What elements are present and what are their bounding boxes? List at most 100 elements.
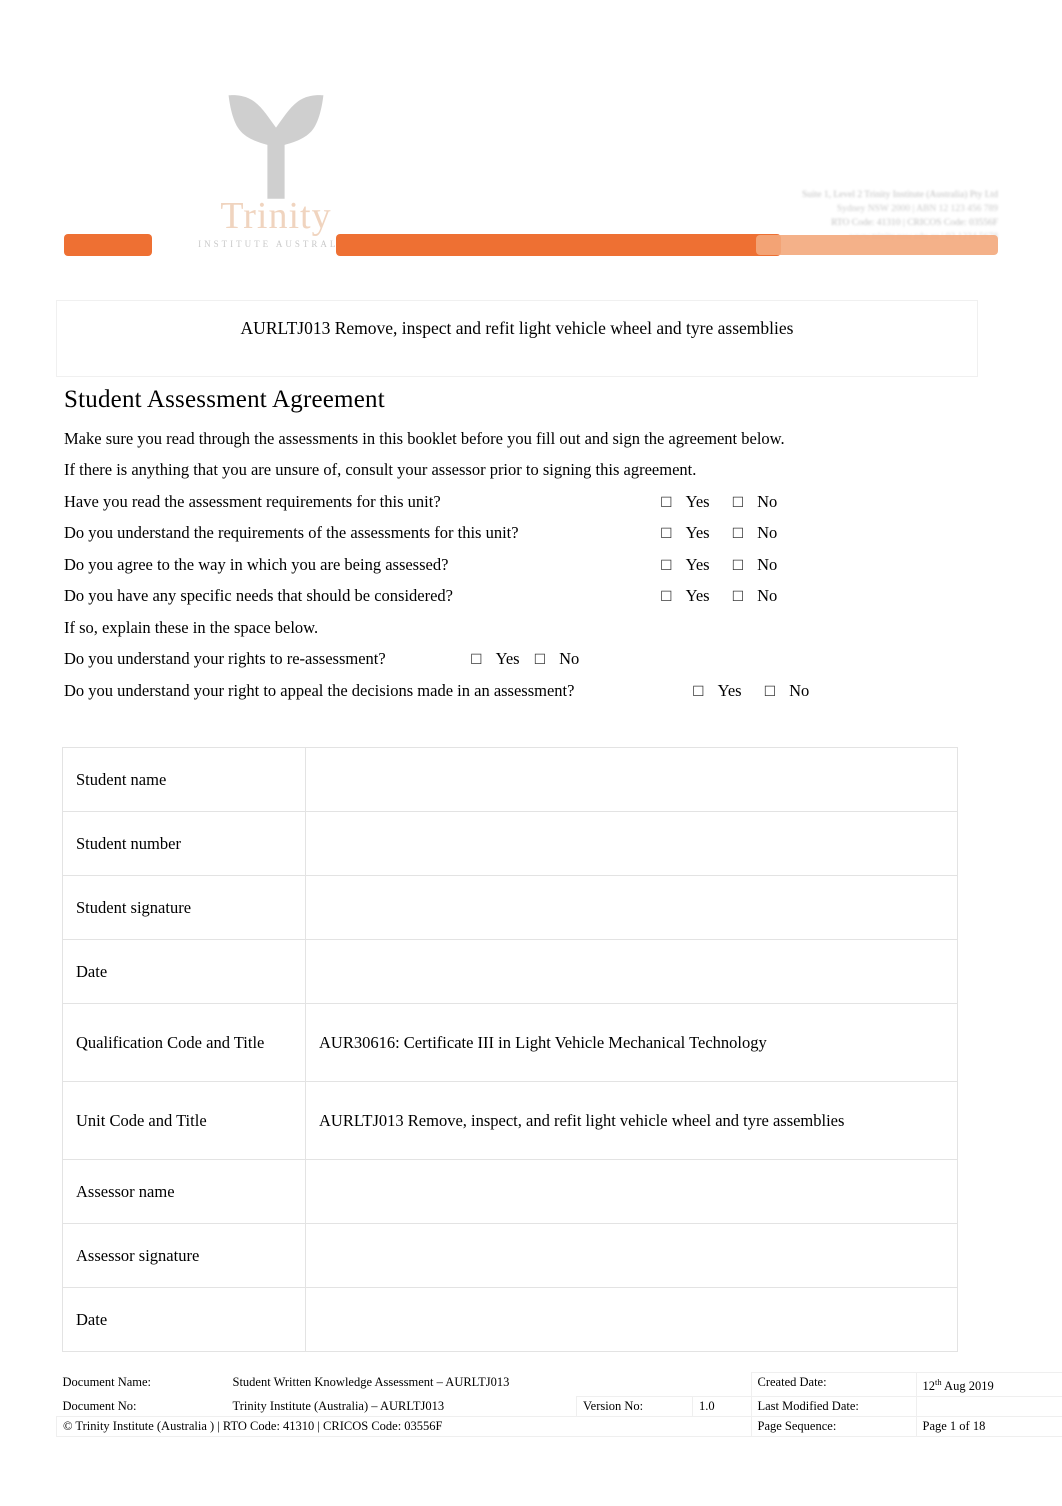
footer-version-value-spacer: [693, 1373, 752, 1397]
row-value-student-date[interactable]: [305, 939, 958, 1004]
answer-yes-label-1: Yes: [685, 492, 710, 511]
row-value-unit[interactable]: AURLTJ013 Remove, inspect, and refit lig…: [305, 1081, 958, 1160]
checkbox-yes-2[interactable]: ☐: [660, 526, 673, 542]
answer-yes-label-2: Yes: [685, 523, 710, 542]
answer-no-label-2: No: [757, 523, 778, 542]
document-page: Trinity INSTITUTE AUSTRALIA Suite 1, Lev…: [0, 0, 1062, 1506]
checkbox-no-5[interactable]: ☐: [534, 652, 547, 668]
row-label-assessor-date: Date: [62, 1287, 306, 1352]
row-label-student-date: Date: [62, 939, 306, 1004]
checkbox-yes-3[interactable]: ☐: [660, 558, 673, 574]
table-row: Assessor signature: [62, 1223, 958, 1288]
footer-table: Document Name: Student Written Knowledge…: [56, 1371, 1062, 1438]
header-accent-bar-right: [336, 234, 781, 256]
row-label-student-signature: Student signature: [62, 875, 306, 940]
checkbox-yes-4[interactable]: ☐: [660, 589, 673, 605]
checkbox-yes-1[interactable]: ☐: [660, 495, 673, 511]
question-row-5: Do you understand your rights to re-asse…: [64, 649, 386, 669]
table-row: Student number: [62, 811, 958, 876]
checkbox-no-2[interactable]: ☐: [732, 526, 745, 542]
answer-group-3: ☐ Yes ☐ No: [660, 555, 777, 575]
row-label-student-name: Student name: [62, 747, 306, 812]
checkbox-yes-5[interactable]: ☐: [470, 652, 483, 668]
header-org-line-1: Suite 1, Level 2 Trinity Institute (Aust…: [801, 190, 998, 200]
table-row: Student signature: [62, 875, 958, 940]
answer-no-label-1: No: [757, 492, 778, 511]
intro-paragraph-1: Make sure you read through the assessmen…: [64, 429, 785, 448]
footer-document-no-label: Document No:: [62, 1398, 137, 1413]
question-label-1: Have you read the assessment requirement…: [64, 492, 441, 511]
checkbox-no-1[interactable]: ☐: [732, 495, 745, 511]
question-label-3: Do you agree to the way in which you are…: [64, 555, 449, 574]
checkbox-no-3[interactable]: ☐: [732, 558, 745, 574]
row-value-assessor-date[interactable]: [305, 1287, 958, 1352]
question-label-2: Do you understand the requirements of th…: [64, 523, 519, 542]
explain-note: If so, explain these in the space below.: [64, 618, 319, 637]
question-row-2: Do you understand the requirements of th…: [64, 523, 519, 543]
question-label-5: Do you understand your rights to re-asse…: [64, 649, 386, 668]
footer-document-no-value: Trinity Institute (Australia) – AURLTJ01…: [232, 1398, 445, 1413]
row-value-student-name[interactable]: [305, 747, 958, 812]
footer-page-sequence-label: Page Sequence:: [750, 1416, 917, 1438]
footer-page-sequence-value: Page 1 of 18: [915, 1416, 1062, 1438]
table-row: Assessor name: [62, 1159, 958, 1224]
footer-last-modified-label: Last Modified Date:: [750, 1396, 917, 1418]
footer-created-date-label: Created Date:: [750, 1371, 917, 1398]
row-value-student-number[interactable]: [305, 811, 958, 876]
unit-title-banner: AURLTJ013 Remove, inspect and refit ligh…: [56, 300, 978, 377]
checkbox-no-4[interactable]: ☐: [732, 589, 745, 605]
trinity-logo-icon: [228, 95, 324, 199]
row-label-student-number: Student number: [62, 811, 306, 876]
checkbox-yes-6[interactable]: ☐: [692, 684, 705, 700]
answer-yes-label-4: Yes: [685, 586, 710, 605]
table-row: Date: [62, 939, 958, 1004]
answer-group-1: ☐ Yes ☐ No: [660, 492, 777, 512]
table-row: Qualification Code and Title AUR30616: C…: [62, 1003, 958, 1082]
page-footer: Document Name: Student Written Knowledge…: [56, 1371, 1062, 1472]
answer-no-label-5: No: [559, 649, 580, 668]
question-row-1: Have you read the assessment requirement…: [64, 492, 441, 512]
answer-group-2: ☐ Yes ☐ No: [660, 523, 777, 543]
answer-yes-label-6: Yes: [717, 681, 742, 700]
answer-no-label-3: No: [757, 555, 778, 574]
footer-row-1: Document Name: Student Written Knowledge…: [57, 1371, 1062, 1398]
created-date-day: 12: [922, 1379, 936, 1394]
row-value-qualification[interactable]: AUR30616: Certificate III in Light Vehic…: [305, 1003, 958, 1082]
footer-last-modified-value: [915, 1396, 1062, 1418]
row-value-assessor-name[interactable]: [305, 1159, 958, 1224]
checkbox-no-6[interactable]: ☐: [764, 684, 777, 700]
header-accent-bar-right-fade: [756, 235, 998, 255]
created-date-rest: Aug 2019: [941, 1379, 994, 1394]
row-value-assessor-signature[interactable]: [305, 1223, 958, 1288]
intro-paragraph-2: If there is anything that you are unsure…: [64, 460, 697, 479]
row-label-unit: Unit Code and Title: [62, 1081, 306, 1160]
row-label-assessor-name: Assessor name: [62, 1159, 306, 1224]
footer-version-value: 1.0: [692, 1396, 752, 1418]
answer-no-label-6: No: [789, 681, 810, 700]
footer-row-2: Document No: Trinity Institute (Australi…: [57, 1396, 1062, 1418]
header-org-line-2: Sydney NSW 2000 | ABN 12 123 456 789: [836, 204, 998, 214]
answer-group-5: ☐ Yes ☐ No: [470, 649, 579, 669]
row-label-assessor-signature: Assessor signature: [62, 1223, 306, 1288]
question-label-4: Do you have any specific needs that shou…: [64, 586, 453, 605]
logo-wordmark: Trinity: [220, 195, 332, 237]
footer-document-name-label: Document Name:: [62, 1374, 152, 1389]
answer-group-4: ☐ Yes ☐ No: [660, 586, 777, 606]
footer-version-label: Version No:: [576, 1396, 693, 1418]
unit-title-text: AURLTJ013 Remove, inspect and refit ligh…: [240, 318, 794, 338]
page-title: Student Assessment Agreement: [64, 386, 385, 413]
answer-yes-label-3: Yes: [685, 555, 710, 574]
footer-created-date-value: 12th Aug 2019: [915, 1371, 1062, 1398]
table-row: Student name: [62, 747, 958, 812]
header-org-line-3: RTO Code: 41310 | CRICOS Code: 03556F: [831, 218, 998, 228]
footer-copyright: © Trinity Institute (Australia ) | RTO C…: [56, 1416, 752, 1438]
question-label-6: Do you understand your right to appeal t…: [64, 681, 575, 700]
page-header: Trinity INSTITUTE AUSTRALIA Suite 1, Lev…: [56, 46, 1006, 278]
table-row: Date: [62, 1287, 958, 1352]
created-date-ordinal: th: [935, 1377, 942, 1387]
footer-row-3: © Trinity Institute (Australia ) | RTO C…: [56, 1416, 1062, 1438]
answer-no-label-4: No: [757, 586, 778, 605]
question-row-6: Do you understand your right to appeal t…: [64, 681, 574, 701]
row-value-student-signature[interactable]: [305, 875, 958, 940]
student-agreement-table: Student name Student number Student sign…: [62, 747, 958, 1352]
